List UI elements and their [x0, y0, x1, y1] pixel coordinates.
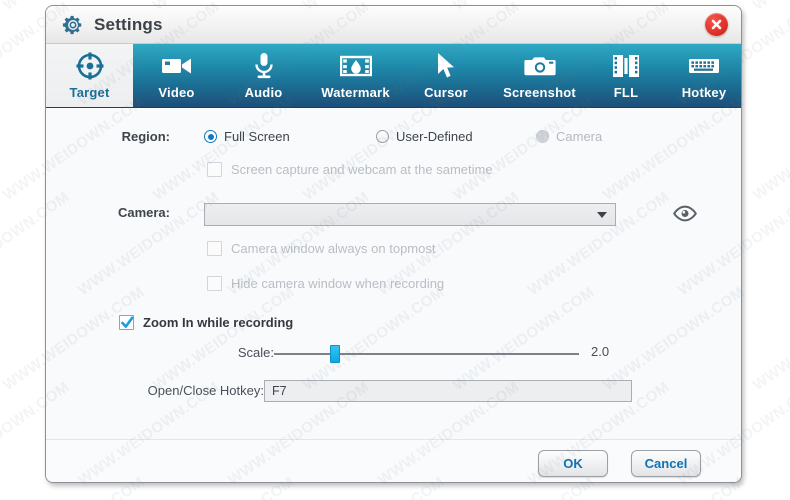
film-drop-icon: [339, 51, 372, 81]
hotkey-input-value: F7: [272, 384, 287, 398]
radio-indicator: [204, 130, 217, 143]
checkbox-label: Hide camera window when recording: [231, 276, 445, 291]
close-icon[interactable]: [705, 13, 728, 36]
cancel-button[interactable]: Cancel: [631, 450, 701, 477]
scale-value: 2.0: [591, 344, 610, 359]
camera-label-wrap: Camera:: [74, 205, 170, 220]
checkbox-zoom-in-while-recording[interactable]: Zoom In while recording: [119, 315, 293, 330]
ok-button[interactable]: OK: [538, 450, 608, 477]
tab-watermark[interactable]: Watermark: [307, 44, 404, 107]
target-icon: [75, 51, 105, 81]
hotkey-label: Open/Close Hotkey:: [147, 383, 264, 398]
watermark-text: WWW.WEIDOWN.COM: [750, 473, 790, 500]
watermark-text: WWW.WEIDOWN.COM: [750, 283, 790, 394]
tab-bar: Target Video Audio Watermark Cursor Scre…: [46, 44, 741, 108]
ok-button-label: OK: [563, 456, 583, 471]
checkbox-screen-and-webcam: Screen capture and webcam at the sametim…: [207, 162, 493, 177]
tab-label: Cursor: [424, 85, 468, 100]
title-bar: Settings: [46, 6, 741, 44]
window-title: Settings: [94, 14, 163, 34]
dialog-footer: OK Cancel: [46, 439, 741, 482]
tab-label: Screenshot: [503, 85, 576, 100]
gear-icon: [62, 14, 84, 36]
camera-icon: [523, 51, 556, 81]
target-settings-panel: Region: Full Screen User-Defined Camera: [46, 108, 741, 439]
eye-icon[interactable]: [673, 205, 697, 227]
radio-label: Camera: [556, 129, 603, 144]
region-label: Region:: [121, 129, 170, 144]
checkbox-hide-camera: Hide camera window when recording: [207, 276, 444, 291]
checkbox-label: Camera window always on topmost: [231, 241, 436, 256]
checkbox-indicator: [207, 162, 222, 177]
camera-label: Camera:: [117, 205, 170, 220]
tab-label: FLL: [613, 85, 639, 100]
watermark-text: WWW.WEIDOWN.COM: [750, 93, 790, 204]
tab-target[interactable]: Target: [46, 44, 133, 107]
tab-video[interactable]: Video: [133, 44, 220, 107]
film-strip-icon: [611, 51, 641, 81]
tab-label: Audio: [244, 85, 283, 100]
tab-audio[interactable]: Audio: [220, 44, 307, 107]
radio-camera: Camera: [536, 129, 602, 144]
checkbox-label: Zoom In while recording: [143, 315, 294, 330]
checkbox-indicator: [207, 276, 222, 291]
tab-label: Video: [158, 85, 195, 100]
tab-label: Target: [69, 85, 110, 100]
keyboard-icon: [688, 51, 720, 81]
tab-hotkey[interactable]: Hotkey: [661, 44, 741, 107]
video-camera-icon: [161, 51, 193, 81]
watermark-text: WWW.WEIDOWN.COM: [750, 0, 790, 14]
scale-slider[interactable]: [274, 343, 579, 365]
cancel-button-label: Cancel: [644, 456, 688, 471]
tab-label: Hotkey: [681, 85, 727, 100]
radio-indicator: [376, 130, 389, 143]
checkbox-indicator: [119, 315, 134, 330]
microphone-icon: [252, 51, 276, 81]
scale-label: Scale:: [237, 345, 274, 360]
scale-label-wrap: Scale:: [194, 345, 274, 360]
radio-indicator: [536, 130, 549, 143]
checkbox-label: Screen capture and webcam at the sametim…: [231, 162, 493, 177]
tab-screenshot[interactable]: Screenshot: [488, 44, 591, 107]
cursor-arrow-icon: [435, 51, 457, 81]
hotkey-label-wrap: Open/Close Hotkey:: [104, 383, 264, 398]
slider-track: [274, 353, 579, 355]
slider-handle[interactable]: [330, 345, 340, 363]
radio-full-screen[interactable]: Full Screen: [204, 129, 290, 144]
checkbox-camera-topmost: Camera window always on topmost: [207, 241, 435, 256]
region-label-wrap: Region:: [74, 129, 170, 144]
tab-fll[interactable]: FLL: [591, 44, 661, 107]
radio-label: Full Screen: [224, 129, 290, 144]
radio-label: User-Defined: [396, 129, 473, 144]
radio-user-defined[interactable]: User-Defined: [376, 129, 473, 144]
chevron-down-icon: [597, 211, 607, 218]
hotkey-input[interactable]: F7: [264, 380, 632, 402]
tab-label: Watermark: [321, 85, 390, 100]
tab-cursor[interactable]: Cursor: [404, 44, 488, 107]
settings-window: Settings Target Video Audio Watermark Cu…: [45, 5, 742, 483]
checkbox-indicator: [207, 241, 222, 256]
camera-select[interactable]: [204, 203, 616, 226]
